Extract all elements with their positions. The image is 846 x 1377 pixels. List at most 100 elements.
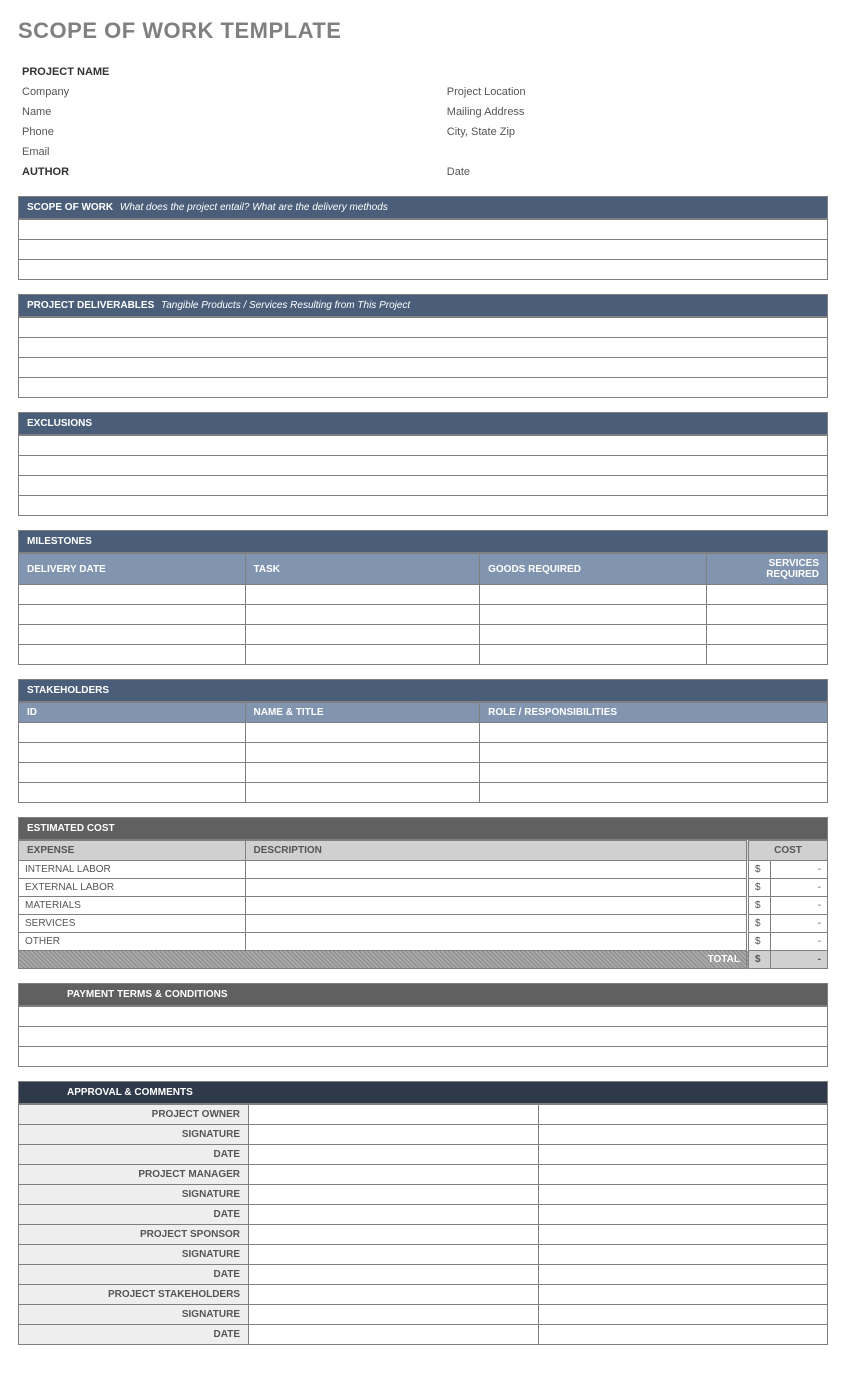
table-cell[interactable] [706, 645, 827, 665]
cost-value[interactable]: - [770, 915, 827, 933]
approval-row-value[interactable] [538, 1245, 828, 1265]
approval-row-value[interactable] [249, 1165, 539, 1185]
table-cell[interactable] [19, 605, 246, 625]
table-row[interactable] [19, 1007, 828, 1027]
approval-row-value[interactable] [538, 1105, 828, 1125]
table-cell[interactable] [19, 645, 246, 665]
table-cell[interactable] [480, 763, 828, 783]
table-row[interactable] [19, 220, 828, 240]
table-row[interactable] [19, 1027, 828, 1047]
table-cell[interactable] [480, 605, 707, 625]
scope-of-work-rows [18, 219, 828, 280]
table-cell[interactable] [480, 645, 707, 665]
exclusions-section: EXCLUSIONS [18, 412, 828, 516]
cost-value[interactable]: - [770, 897, 827, 915]
table-cell[interactable] [245, 645, 480, 665]
table-cell[interactable] [480, 585, 707, 605]
table-cell[interactable] [245, 763, 480, 783]
approval-row-value[interactable] [538, 1145, 828, 1165]
approval-row-label: SIGNATURE [19, 1245, 249, 1265]
table-cell[interactable] [480, 723, 828, 743]
cost-value[interactable]: - [770, 933, 827, 951]
approval-row-value[interactable] [538, 1205, 828, 1225]
table-cell[interactable] [19, 723, 246, 743]
approval-row-value[interactable] [538, 1285, 828, 1305]
approval-row-value[interactable] [249, 1185, 539, 1205]
approval-row-value[interactable] [538, 1125, 828, 1145]
table-cell[interactable] [706, 605, 827, 625]
scope-of-work-hint: What does the project entail? What are t… [120, 202, 388, 213]
author-label: AUTHOR [18, 162, 443, 182]
table-cell[interactable] [245, 605, 480, 625]
approval-row-value[interactable] [249, 1245, 539, 1265]
scope-of-work-header: SCOPE OF WORK What does the project enta… [18, 196, 828, 219]
table-cell[interactable] [706, 625, 827, 645]
table-cell[interactable] [245, 585, 480, 605]
approval-row-value[interactable] [249, 1105, 539, 1125]
table-cell[interactable] [245, 723, 480, 743]
table-row[interactable] [19, 378, 828, 398]
table-row[interactable] [19, 260, 828, 280]
cost-total-label: TOTAL [19, 951, 748, 969]
table-cell[interactable] [245, 743, 480, 763]
scope-of-work-header-text: SCOPE OF WORK [27, 202, 113, 213]
cost-col-expense: EXPENSE [19, 841, 246, 861]
deliverables-header: PROJECT DELIVERABLES Tangible Products /… [18, 294, 828, 317]
table-row[interactable] [19, 456, 828, 476]
approval-row-value[interactable] [249, 1125, 539, 1145]
approval-row-value[interactable] [249, 1325, 539, 1345]
approval-row-value[interactable] [538, 1265, 828, 1285]
table-cell[interactable] [245, 783, 480, 803]
cost-desc-cell[interactable] [245, 915, 747, 933]
approval-row-value[interactable] [538, 1185, 828, 1205]
cost-value[interactable]: - [770, 879, 827, 897]
milestones-col-task: TASK [245, 554, 480, 585]
phone-label: Phone [18, 122, 443, 142]
cost-expense-label: INTERNAL LABOR [19, 861, 246, 879]
table-row[interactable] [19, 436, 828, 456]
cost-desc-cell[interactable] [245, 861, 747, 879]
table-cell[interactable] [19, 743, 246, 763]
table-row[interactable] [19, 1047, 828, 1067]
company-label: Company [18, 82, 443, 102]
table-cell[interactable] [19, 783, 246, 803]
approval-row-value[interactable] [249, 1145, 539, 1165]
table-cell[interactable] [706, 585, 827, 605]
approval-row-value[interactable] [538, 1305, 828, 1325]
table-row[interactable] [19, 318, 828, 338]
table-cell[interactable] [480, 783, 828, 803]
project-location-label: Project Location [443, 82, 828, 102]
approval-table: PROJECT OWNERSIGNATUREDATEPROJECT MANAGE… [18, 1104, 828, 1345]
cost-desc-cell[interactable] [245, 897, 747, 915]
approval-row-value[interactable] [538, 1225, 828, 1245]
table-cell[interactable] [19, 763, 246, 783]
approval-row-value[interactable] [249, 1225, 539, 1245]
email-label: Email [18, 142, 443, 162]
approval-row-label: SIGNATURE [19, 1185, 249, 1205]
table-row[interactable] [19, 476, 828, 496]
approval-row-value[interactable] [538, 1325, 828, 1345]
cost-desc-cell[interactable] [245, 933, 747, 951]
approval-row-value[interactable] [249, 1205, 539, 1225]
table-cell[interactable] [245, 625, 480, 645]
cost-currency: $ [748, 915, 771, 933]
milestones-header: MILESTONES [18, 530, 828, 553]
cost-desc-cell[interactable] [245, 879, 747, 897]
approval-row-value[interactable] [249, 1265, 539, 1285]
scope-of-work-section: SCOPE OF WORK What does the project enta… [18, 196, 828, 280]
table-cell[interactable] [480, 743, 828, 763]
cost-value[interactable]: - [770, 861, 827, 879]
table-row[interactable] [19, 358, 828, 378]
page-title: SCOPE OF WORK TEMPLATE [18, 18, 828, 44]
table-cell[interactable] [19, 625, 246, 645]
table-cell[interactable] [19, 585, 246, 605]
table-row[interactable] [19, 338, 828, 358]
approval-row-value[interactable] [249, 1285, 539, 1305]
cost-currency: $ [748, 897, 771, 915]
approval-row-value[interactable] [249, 1305, 539, 1325]
table-cell[interactable] [480, 625, 707, 645]
approval-row-value[interactable] [538, 1165, 828, 1185]
table-row[interactable] [19, 240, 828, 260]
milestones-col-delivery-date: DELIVERY DATE [19, 554, 246, 585]
table-row[interactable] [19, 496, 828, 516]
